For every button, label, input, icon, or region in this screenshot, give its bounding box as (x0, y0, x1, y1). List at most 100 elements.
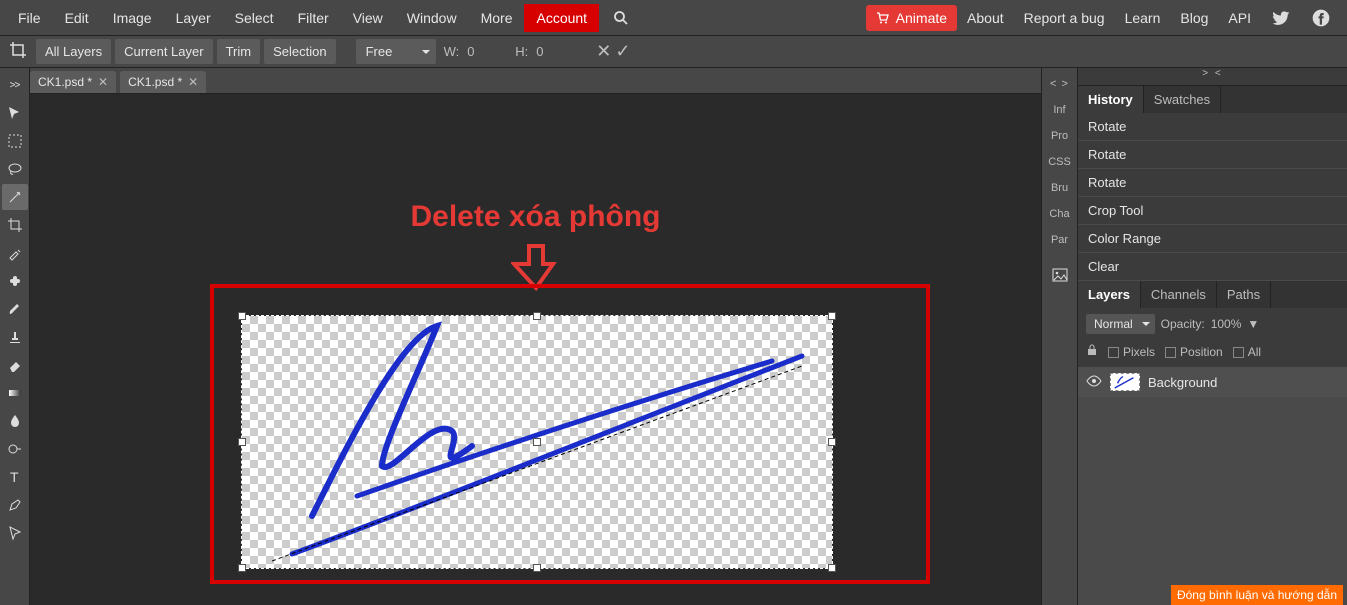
cancel-icon[interactable]: ✕ (596, 41, 611, 62)
type-tool[interactable]: T (2, 464, 28, 490)
svg-text:T: T (10, 469, 19, 485)
marquee-tool[interactable] (2, 128, 28, 154)
menu-layer[interactable]: Layer (164, 4, 223, 32)
menu-window[interactable]: Window (395, 4, 469, 32)
lasso-tool[interactable] (2, 156, 28, 182)
lock-pixels[interactable]: Pixels (1108, 345, 1155, 359)
menu-image[interactable]: Image (101, 4, 164, 32)
lock-position[interactable]: Position (1165, 345, 1223, 359)
selection-handle[interactable] (828, 438, 836, 446)
selection-handle[interactable] (828, 312, 836, 320)
pen-tool[interactable] (2, 492, 28, 518)
menu-view[interactable]: View (341, 4, 395, 32)
eraser-tool[interactable] (2, 352, 28, 378)
selection-handle[interactable] (533, 438, 541, 446)
mini-tab-properties[interactable]: Pro (1042, 124, 1077, 148)
layer-options: Normal Opacity: 100% ▼ (1078, 308, 1347, 340)
opt-trim[interactable]: Trim (217, 39, 261, 64)
tab-paths[interactable]: Paths (1217, 281, 1271, 308)
facebook-icon[interactable] (1301, 2, 1341, 34)
lock-all[interactable]: All (1233, 345, 1261, 359)
crop-tool[interactable] (2, 212, 28, 238)
link-report-bug[interactable]: Report a bug (1014, 4, 1115, 32)
dodge-tool[interactable] (2, 436, 28, 462)
menu-select[interactable]: Select (223, 4, 286, 32)
crop-icon (4, 41, 32, 62)
visibility-icon[interactable] (1086, 375, 1102, 390)
selection-handle[interactable] (238, 438, 246, 446)
history-item[interactable]: Rotate (1078, 169, 1347, 197)
cart-icon (876, 11, 890, 25)
menu-account[interactable]: Account (524, 4, 599, 32)
brush-tool[interactable] (2, 296, 28, 322)
tab-channels[interactable]: Channels (1141, 281, 1217, 308)
blur-tool[interactable] (2, 408, 28, 434)
opt-selection[interactable]: Selection (264, 39, 335, 64)
search-icon[interactable] (607, 6, 635, 30)
tab-layers[interactable]: Layers (1078, 281, 1141, 308)
menu-more[interactable]: More (469, 4, 525, 32)
blend-mode-select[interactable]: Normal (1086, 314, 1155, 334)
mini-panel-header[interactable]: < > (1042, 72, 1077, 96)
doc-tab-2[interactable]: CK1.psd *✕ (120, 71, 206, 93)
eyedropper-tool[interactable] (2, 240, 28, 266)
close-icon[interactable]: ✕ (188, 75, 198, 89)
history-item[interactable]: Crop Tool (1078, 197, 1347, 225)
animate-button[interactable]: Animate (866, 5, 957, 31)
width-value[interactable]: 0 (467, 44, 507, 59)
selection-handle[interactable] (828, 564, 836, 572)
move-tool[interactable] (2, 100, 28, 126)
menu-edit[interactable]: Edit (53, 4, 101, 32)
mini-tab-css[interactable]: CSS (1042, 150, 1077, 174)
opacity-value[interactable]: 100% (1211, 317, 1242, 331)
canvas[interactable] (242, 316, 832, 568)
opt-current-layer[interactable]: Current Layer (115, 39, 212, 64)
height-value[interactable]: 0 (536, 44, 576, 59)
animate-label: Animate (896, 10, 947, 26)
menu-file[interactable]: File (6, 4, 53, 32)
collapse-panels-icon[interactable]: > < (1078, 68, 1347, 86)
close-icon[interactable]: ✕ (98, 75, 108, 89)
image-icon[interactable] (1042, 260, 1077, 293)
mini-tab-brush[interactable]: Bru (1042, 176, 1077, 200)
selection-handle[interactable] (533, 564, 541, 572)
history-item[interactable]: Rotate (1078, 113, 1347, 141)
selection-handle[interactable] (533, 312, 541, 320)
transform-select[interactable]: Free (356, 39, 436, 64)
layer-locks: Pixels Position All (1078, 340, 1347, 367)
opt-all-layers[interactable]: All Layers (36, 39, 111, 64)
expand-tools-icon[interactable]: >> (2, 72, 28, 98)
history-item[interactable]: Color Range (1078, 225, 1347, 253)
history-item[interactable]: Clear (1078, 253, 1347, 281)
layer-name[interactable]: Background (1148, 375, 1217, 390)
path-select-tool[interactable] (2, 520, 28, 546)
link-about[interactable]: About (957, 4, 1014, 32)
tab-swatches[interactable]: Swatches (1144, 86, 1221, 113)
layer-row[interactable]: Background (1078, 367, 1347, 397)
link-api[interactable]: API (1218, 4, 1261, 32)
history-item[interactable]: Rotate (1078, 141, 1347, 169)
menu-filter[interactable]: Filter (286, 4, 341, 32)
menu-bar: File Edit Image Layer Select Filter View… (0, 0, 1347, 36)
tab-history[interactable]: History (1078, 86, 1144, 113)
gradient-tool[interactable] (2, 380, 28, 406)
doc-tab-1[interactable]: CK1.psd * ✕ (30, 71, 116, 93)
stamp-tool[interactable] (2, 324, 28, 350)
footer-hint[interactable]: Đóng bình luận và hướng dẫn (1171, 585, 1343, 605)
mini-tab-character[interactable]: Cha (1042, 202, 1077, 226)
link-learn[interactable]: Learn (1115, 4, 1171, 32)
twitter-icon[interactable] (1261, 2, 1301, 34)
mini-tab-info[interactable]: Inf (1042, 98, 1077, 122)
canvas-area[interactable]: Delete xóa phông (30, 94, 1041, 605)
wand-tool[interactable] (2, 184, 28, 210)
doc-tab-1-title: CK1.psd * (38, 75, 92, 89)
link-blog[interactable]: Blog (1170, 4, 1218, 32)
selection-handle[interactable] (238, 312, 246, 320)
selection-handle[interactable] (238, 564, 246, 572)
chevron-down-icon[interactable]: ▼ (1247, 317, 1259, 331)
mini-tab-paragraph[interactable]: Par (1042, 228, 1077, 252)
confirm-icon[interactable]: ✓ (615, 41, 630, 62)
layers-empty-area (1078, 397, 1347, 605)
workspace: CK1.psd *✕ CK1.psd *✕ Delete xóa phông (30, 68, 1041, 605)
heal-tool[interactable] (2, 268, 28, 294)
